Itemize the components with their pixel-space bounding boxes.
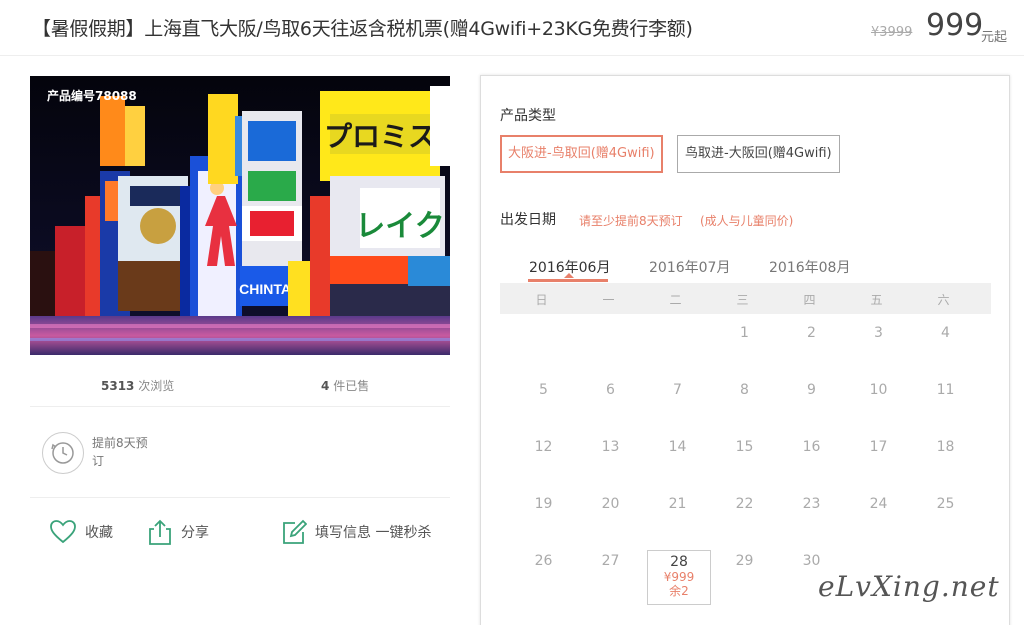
weekday-fri: 五 [870,293,883,307]
sold-count: 4 [321,379,330,393]
share-button[interactable]: 分享 [147,517,209,547]
product-type-label: 产品类型 [500,108,556,124]
sold-label: 件已售 [333,379,370,393]
weekday-wed: 三 [736,293,749,307]
day-number: 28 [670,554,688,570]
calendar-day: 14 [668,439,687,455]
calendar-day: 11 [936,382,955,398]
views-stat: 5313 次浏览 [101,377,174,394]
calendar-day: 9 [807,382,816,398]
share-label: 分享 [181,525,209,541]
calendar-day: 19 [534,496,553,512]
calendar-day: 26 [534,553,553,569]
quick-fill-label: 填写信息 一键秒杀 [315,525,432,541]
watermark: eLvXing.net [818,570,1000,603]
calendar-day: 27 [601,553,620,569]
calendar-day: 18 [936,439,955,455]
weekday-header: 日 一 二 三 四 五 六 [500,283,991,314]
sold-stat: 4 件已售 [321,377,369,394]
original-price: ¥3999 [871,25,913,40]
product-actions: 收藏 分享 填写信息 一键秒杀 [30,499,450,565]
heart-icon [50,520,76,544]
month-caret-icon [564,273,574,278]
product-code: 产品编号78088 [47,89,137,103]
day-price: ¥999 [663,570,695,584]
calendar-day-available[interactable]: 28 ¥999 余2 [647,550,711,605]
price-unit: 元起 [981,30,1008,45]
tab-month-aug[interactable]: 2016年08月 [769,257,850,277]
calendar-day: 7 [673,382,682,398]
page-header: 【暑假假期】上海直飞大阪/鸟取6天往返含税机票(赠4Gwifi+23KG免费行李… [0,0,1024,56]
product-title: 【暑假假期】上海直飞大阪/鸟取6天往返含税机票(赠4Gwifi+23KG免费行李… [32,18,693,40]
month-tab-indicator [528,279,608,282]
tab-month-jul[interactable]: 2016年07月 [649,257,730,277]
type-option-tottori-osaka[interactable]: 鸟取进-大阪回(赠4Gwifi) [677,135,840,173]
calendar-day: 3 [874,325,883,341]
svg-text:CHINTAI: CHINTAI [239,281,295,297]
share-icon [149,519,171,545]
current-price: 999 [926,8,984,43]
calendar-day: 22 [735,496,754,512]
calendar-day: 4 [941,325,950,341]
svg-text:レイク: レイク [355,210,444,243]
dotonbori-neon-photo: CHINTAI プロミス レイク [30,76,450,355]
price-hint: (成人与儿童同价) [700,214,794,228]
calendar-day: 5 [539,382,548,398]
calendar-day: 10 [869,382,888,398]
calendar-day: 23 [802,496,821,512]
calendar-day: 24 [869,496,888,512]
svg-text:プロミス: プロミス [324,121,436,152]
weekday-sun: 日 [535,293,548,307]
calendar-day: 30 [802,553,821,569]
calendar-day: 2 [807,325,816,341]
product-stats: 5313 次浏览 4 件已售 [30,360,450,407]
calendar-day: 13 [601,439,620,455]
calendar-day: 12 [534,439,553,455]
day-stock: 余2 [669,584,689,598]
product-image[interactable]: CHINTAI プロミス レイク 产品编号78088 [30,76,450,355]
quick-fill-button[interactable]: 填写信息 一键秒杀 [281,517,431,547]
advance-booking-text: 提前8天预订 [92,436,148,468]
weekday-mon: 一 [602,293,615,307]
booking-panel: 产品类型 大阪进-鸟取回(赠4Gwifi) 鸟取进-大阪回(赠4Gwifi) 出… [480,75,1010,625]
calendar-day: 6 [606,382,615,398]
calendar-day: 1 [740,325,749,341]
calendar-day: 29 [735,553,754,569]
calendar-day: 16 [802,439,821,455]
calendar-day: 20 [601,496,620,512]
departure-date-label: 出发日期 [500,212,556,228]
calendar-day: 25 [936,496,955,512]
calendar-day: 15 [735,439,754,455]
type-option-osaka-tottori[interactable]: 大阪进-鸟取回(赠4Gwifi) [500,135,663,173]
views-count: 5313 [101,379,135,393]
favorite-label: 收藏 [85,525,113,541]
calendar-day: 8 [740,382,749,398]
calendar-day: 17 [869,439,888,455]
calendar-day: 21 [668,496,687,512]
weekday-tue: 二 [669,293,682,307]
views-label: 次浏览 [138,379,175,393]
weekday-thu: 四 [803,293,816,307]
clock-icon [42,432,84,474]
advance-hint: 请至少提前8天预订 [579,214,683,228]
favorite-button[interactable]: 收藏 [49,517,113,547]
advance-booking-info: 提前8天预订 [30,408,450,498]
weekday-sat: 六 [937,293,950,307]
edit-icon [283,519,307,544]
